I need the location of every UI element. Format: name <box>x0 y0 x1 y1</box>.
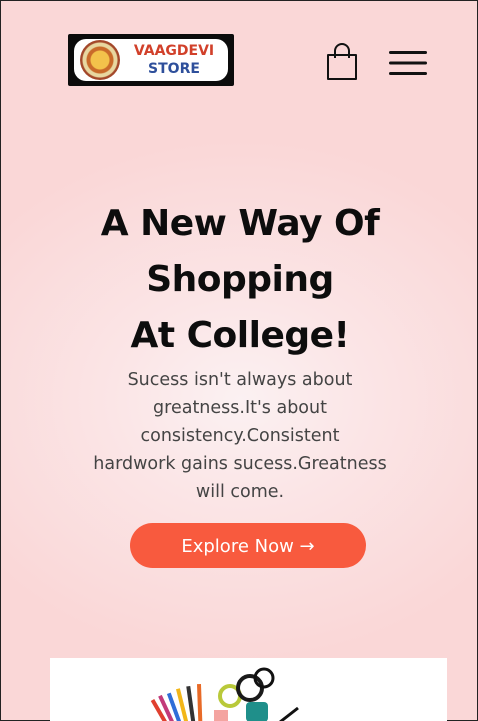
hero-title-line: Shopping <box>146 259 334 300</box>
hero-subtitle: Sucess isn't always about greatness.It's… <box>50 366 430 506</box>
hero-title: A New Way Of Shopping At College! <box>50 196 430 364</box>
shopping-bag-icon[interactable] <box>325 43 359 81</box>
featured-product-image <box>50 658 447 721</box>
logo-badge: VAAGDEVI STORE <box>74 39 228 81</box>
site-header: VAAGDEVI STORE <box>1 1 478 111</box>
hero-subtitle-line: will come. <box>195 482 285 502</box>
hero-title-line: At College! <box>130 315 350 356</box>
logo-text: VAAGDEVI STORE <box>124 43 224 78</box>
college-seal-icon <box>80 40 120 80</box>
hero-subtitle-line: hardwork gains sucess.Greatness <box>93 454 387 474</box>
hero-subtitle-line: greatness.It's about <box>153 398 327 418</box>
logo-line-2: STORE <box>148 61 200 77</box>
hero-title-line: A New Way Of <box>100 203 380 244</box>
logo-line-1: VAAGDEVI <box>133 43 215 59</box>
explore-now-button[interactable]: Explore Now → <box>130 523 366 568</box>
hero-subtitle-line: Sucess isn't always about <box>127 370 353 390</box>
hero-section: A New Way Of Shopping At College! Sucess… <box>1 196 478 506</box>
store-logo[interactable]: VAAGDEVI STORE <box>68 34 234 86</box>
hero-subtitle-line: consistency.Consistent <box>140 426 340 446</box>
stationery-illustration <box>150 667 299 721</box>
hamburger-menu-icon[interactable] <box>387 49 429 77</box>
